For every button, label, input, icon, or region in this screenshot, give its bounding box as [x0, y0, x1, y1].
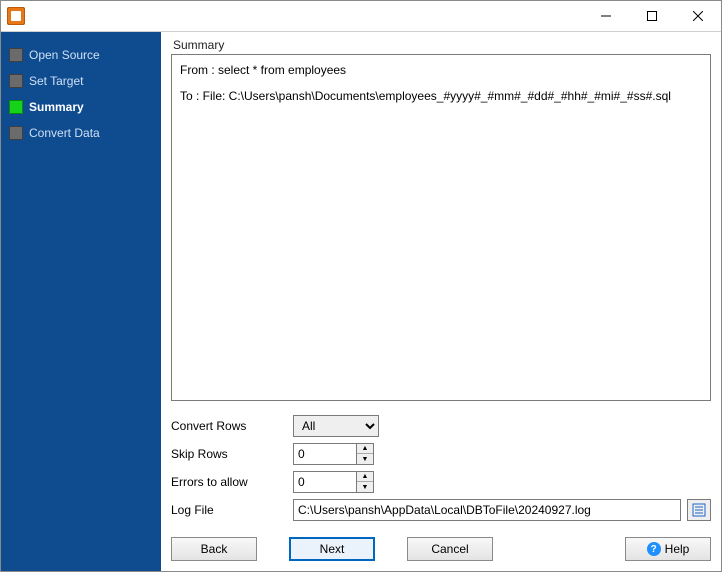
sidebar-item-label: Set Target [29, 74, 83, 88]
next-button[interactable]: Next [289, 537, 375, 561]
main-panel: Summary From : select * from employees T… [161, 32, 721, 571]
wizard-sidebar: Open Source Set Target Summary Convert D… [1, 32, 161, 571]
errors-down-button[interactable]: ▼ [357, 482, 373, 492]
sidebar-item-label: Summary [29, 100, 84, 114]
skip-rows-label: Skip Rows [171, 447, 293, 461]
errors-label: Errors to allow [171, 475, 293, 489]
summary-to-line: To : File: C:\Users\pansh\Documents\empl… [180, 87, 702, 105]
convert-rows-select[interactable]: All [293, 415, 379, 437]
step-indicator-icon [9, 126, 23, 140]
cancel-button[interactable]: Cancel [407, 537, 493, 561]
errors-row: Errors to allow ▲ ▼ [171, 471, 711, 493]
log-file-row: Log File [171, 499, 711, 521]
errors-input[interactable] [293, 471, 357, 493]
window-body: Open Source Set Target Summary Convert D… [1, 31, 721, 571]
skip-rows-down-button[interactable]: ▼ [357, 454, 373, 464]
log-file-browse-button[interactable] [687, 499, 711, 521]
convert-rows-row: Convert Rows All [171, 415, 711, 437]
sidebar-item-summary[interactable]: Summary [7, 94, 155, 120]
sidebar-item-convert-data[interactable]: Convert Data [7, 120, 155, 146]
errors-spinner: ▲ ▼ [293, 471, 374, 493]
step-indicator-icon [9, 100, 23, 114]
sidebar-item-label: Convert Data [29, 126, 100, 140]
close-button[interactable] [675, 1, 721, 31]
sidebar-item-open-source[interactable]: Open Source [7, 42, 155, 68]
skip-rows-row: Skip Rows ▲ ▼ [171, 443, 711, 465]
skip-rows-input[interactable] [293, 443, 357, 465]
section-title: Summary [171, 36, 711, 54]
skip-rows-spinner: ▲ ▼ [293, 443, 374, 465]
maximize-button[interactable] [629, 1, 675, 31]
skip-rows-up-button[interactable]: ▲ [357, 444, 373, 454]
maximize-icon [647, 11, 657, 21]
step-indicator-icon [9, 74, 23, 88]
wizard-button-bar: Back Next Cancel ? Help [171, 537, 711, 561]
close-icon [693, 11, 703, 21]
errors-up-button[interactable]: ▲ [357, 472, 373, 482]
summary-text-area[interactable]: From : select * from employees To : File… [171, 54, 711, 401]
convert-rows-label: Convert Rows [171, 419, 293, 433]
sidebar-item-label: Open Source [29, 48, 100, 62]
sidebar-item-set-target[interactable]: Set Target [7, 68, 155, 94]
help-icon: ? [647, 542, 661, 556]
window-controls [583, 1, 721, 31]
minimize-icon [601, 11, 611, 21]
summary-from-line: From : select * from employees [180, 61, 702, 79]
log-file-input[interactable] [293, 499, 681, 521]
options-form: Convert Rows All Skip Rows ▲ ▼ [171, 415, 711, 521]
back-button[interactable]: Back [171, 537, 257, 561]
app-icon [7, 7, 25, 25]
help-button[interactable]: ? Help [625, 537, 711, 561]
log-file-label: Log File [171, 503, 293, 517]
browse-icon [692, 503, 706, 517]
minimize-button[interactable] [583, 1, 629, 31]
title-bar [1, 1, 721, 31]
app-window: Open Source Set Target Summary Convert D… [0, 0, 722, 572]
step-indicator-icon [9, 48, 23, 62]
